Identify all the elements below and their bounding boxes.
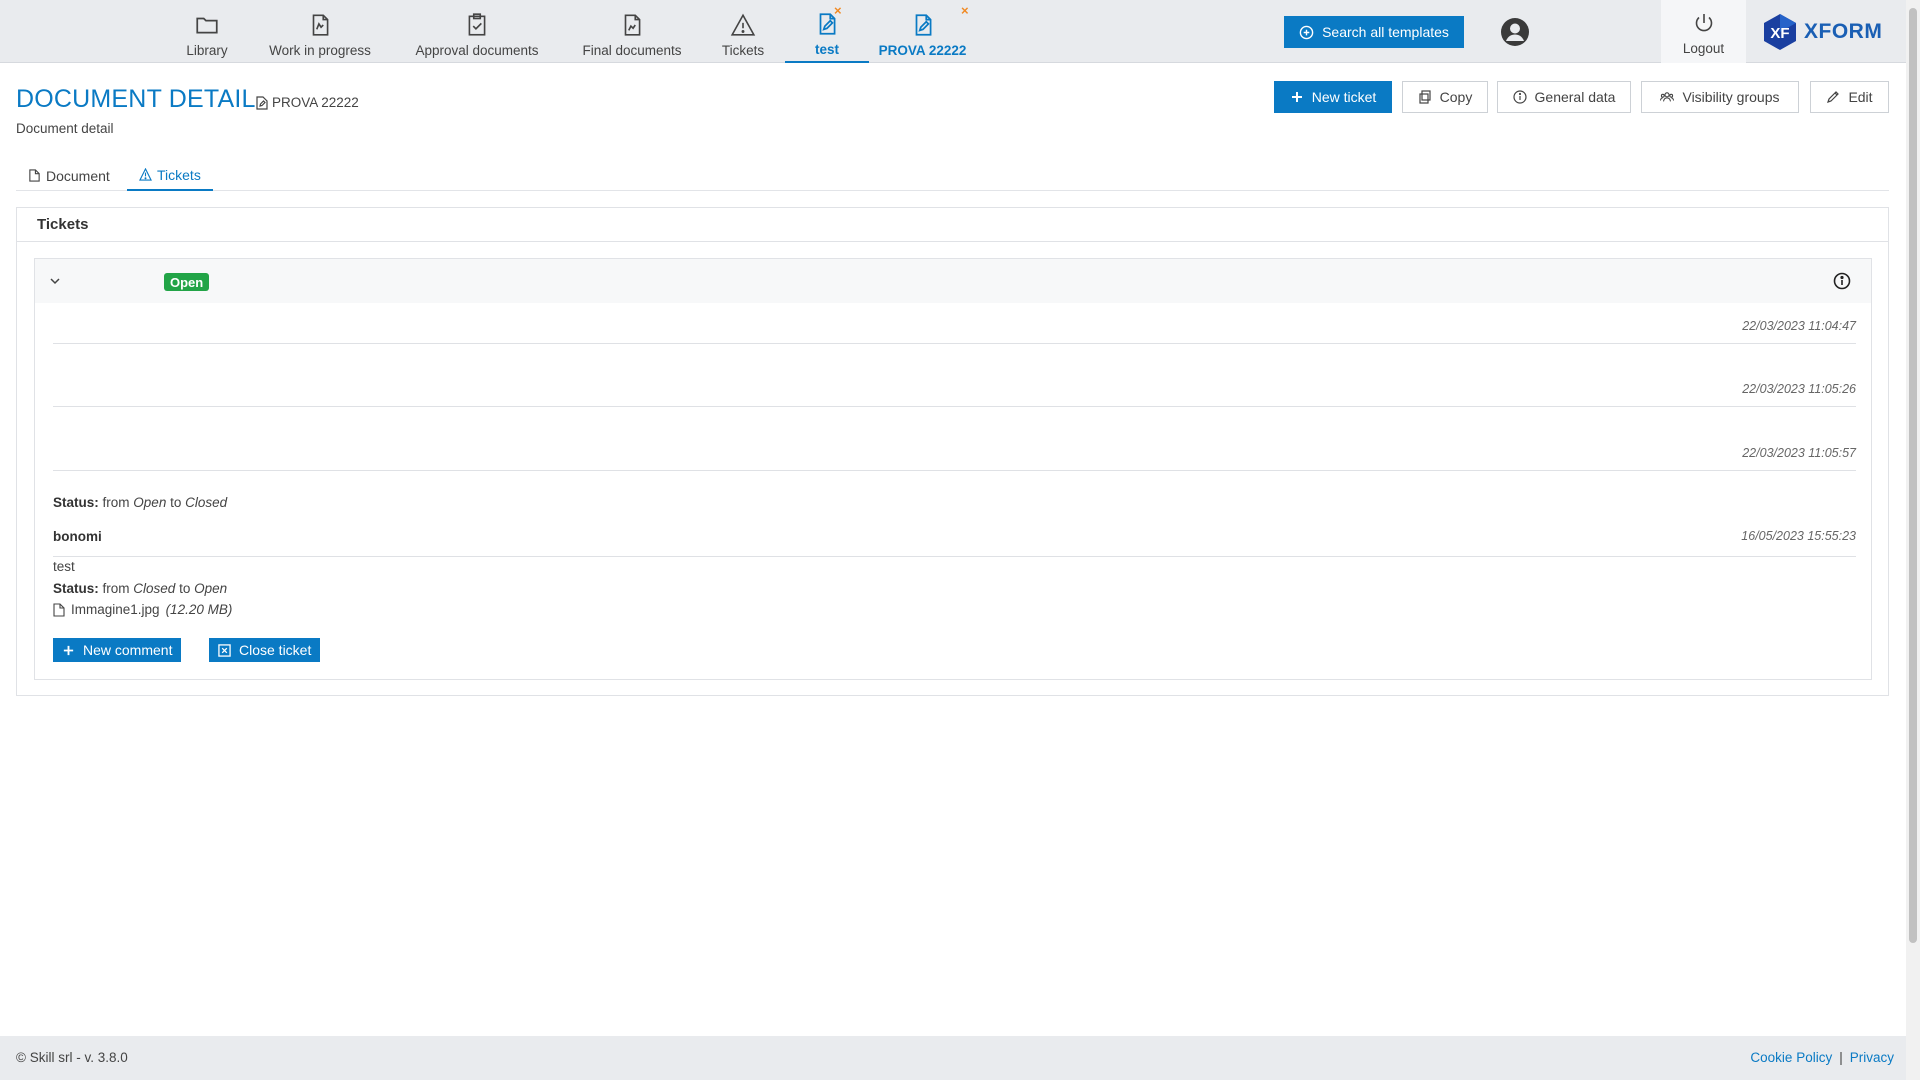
edit-button[interactable]: Edit bbox=[1810, 81, 1889, 113]
nav-work-in-progress-label: Work in progress bbox=[269, 42, 371, 58]
new-ticket-label: New ticket bbox=[1311, 89, 1377, 105]
logout-button[interactable]: Logout bbox=[1661, 0, 1746, 63]
comment-author: bonomi bbox=[53, 529, 102, 544]
nav-final-documents[interactable]: Final documents bbox=[577, 0, 687, 63]
nav-approval-documents-label: Approval documents bbox=[415, 42, 539, 58]
entry-timestamp: 22/03/2023 11:05:26 bbox=[1742, 382, 1856, 396]
xform-logo-mark-icon: XF bbox=[1764, 14, 1796, 50]
power-icon bbox=[1695, 14, 1712, 32]
comment-timestamp: 16/05/2023 15:55:23 bbox=[1741, 529, 1856, 543]
warning-icon bbox=[139, 168, 152, 181]
xform-logo: XF XFORM bbox=[1760, 12, 1882, 52]
visibility-groups-button[interactable]: Visibility groups bbox=[1641, 81, 1799, 113]
search-all-templates-label: Search all templates bbox=[1322, 24, 1449, 40]
nav-tickets[interactable]: Tickets bbox=[716, 0, 770, 63]
tab-tickets-label: Tickets bbox=[157, 166, 201, 183]
nav-tab-prova-label: PROVA 22222 bbox=[878, 42, 967, 58]
ticket-history-entry: 22/03/2023 11:05:26 bbox=[53, 344, 1856, 407]
close-square-icon bbox=[218, 643, 231, 657]
nav-work-in-progress[interactable]: Work in progress bbox=[262, 0, 378, 63]
clipboard-check-icon bbox=[468, 12, 486, 36]
user-avatar-icon[interactable] bbox=[1500, 17, 1530, 47]
plus-circle-icon bbox=[1299, 25, 1314, 39]
scrollbar-thumb[interactable] bbox=[1909, 8, 1917, 943]
footer-copyright: © Skill srl - v. 3.8.0 bbox=[16, 1050, 128, 1065]
plus-icon bbox=[1291, 92, 1302, 102]
ticket-history-entry: 22/03/2023 11:04:47 bbox=[53, 303, 1856, 344]
xform-logo-word: XFORM bbox=[1804, 20, 1883, 43]
visibility-groups-label: Visibility groups bbox=[1682, 89, 1780, 105]
close-tab-test-icon[interactable]: × bbox=[834, 3, 842, 18]
comment-text: test bbox=[53, 559, 75, 574]
edit-label: Edit bbox=[1848, 89, 1873, 105]
document-pen-icon bbox=[256, 95, 268, 110]
entry-timestamp: 22/03/2023 11:04:47 bbox=[1742, 319, 1856, 333]
nav-library-label: Library bbox=[186, 42, 228, 58]
detail-tabs: Document Tickets bbox=[16, 160, 1889, 191]
logout-label: Logout bbox=[1682, 41, 1725, 56]
nav-tickets-label: Tickets bbox=[721, 42, 765, 58]
warning-icon bbox=[730, 13, 756, 36]
attachment-size: (12.20 MB) bbox=[165, 602, 233, 617]
comment-status-change-line: Status: from Closed to Open bbox=[53, 581, 228, 596]
entry-timestamp: 22/03/2023 11:05:57 bbox=[1742, 446, 1856, 460]
footer-links: Cookie Policy | Privacy bbox=[1750, 1050, 1894, 1065]
close-tab-prova-icon[interactable]: × bbox=[961, 3, 969, 18]
copy-button[interactable]: Copy bbox=[1402, 81, 1488, 113]
chevron-down-icon[interactable] bbox=[49, 275, 61, 287]
search-all-templates-button[interactable]: Search all templates bbox=[1284, 16, 1464, 48]
top-navigation-bar: Library Work in progress Approval docume… bbox=[0, 0, 1906, 63]
tickets-panel-title: Tickets bbox=[17, 208, 1888, 242]
close-ticket-label: Close ticket bbox=[239, 642, 312, 658]
privacy-link[interactable]: Privacy bbox=[1850, 1050, 1894, 1065]
cookie-policy-link[interactable]: Cookie Policy bbox=[1750, 1050, 1832, 1065]
nav-tab-test-label: test bbox=[814, 41, 839, 57]
document-reference-label: PROVA 22222 bbox=[272, 95, 359, 110]
info-circle-icon[interactable] bbox=[1833, 272, 1851, 290]
file-icon bbox=[53, 602, 65, 617]
attachment-name: Immagine1.jpg bbox=[71, 602, 160, 617]
attachment-link[interactable]: Immagine1.jpg (12.20 MB) bbox=[53, 602, 232, 617]
nav-approval-documents[interactable]: Approval documents bbox=[408, 0, 546, 63]
page-title: DOCUMENT DETAIL bbox=[16, 85, 256, 113]
comment-header: bonomi 16/05/2023 15:55:23 bbox=[53, 517, 1856, 557]
nav-final-documents-label: Final documents bbox=[582, 42, 682, 58]
pencil-icon bbox=[1827, 91, 1840, 103]
document-edit-icon bbox=[312, 13, 329, 36]
new-comment-button[interactable]: New comment bbox=[53, 638, 182, 662]
ticket-card: Open 22/03/2023 11:04:47 22/03/2023 11:0… bbox=[34, 258, 1872, 680]
nav-library[interactable]: Library bbox=[176, 0, 238, 63]
document-chart-icon bbox=[624, 13, 641, 36]
document-pen-icon bbox=[915, 13, 931, 36]
plus-icon bbox=[63, 645, 74, 655]
tickets-panel: Tickets Open 22/03/2023 11:04:47 22/03/2… bbox=[16, 207, 1889, 696]
tab-document-label: Document bbox=[46, 167, 110, 184]
copy-icon bbox=[1419, 90, 1431, 104]
ticket-header[interactable]: Open bbox=[35, 259, 1871, 303]
info-circle-icon bbox=[1512, 90, 1527, 104]
new-ticket-button[interactable]: New ticket bbox=[1274, 81, 1392, 113]
ticket-history-entry: 22/03/2023 11:05:57 bbox=[53, 407, 1856, 471]
footer: © Skill srl - v. 3.8.0 Cookie Policy | P… bbox=[0, 1036, 1906, 1080]
nav-tab-test[interactable]: test bbox=[785, 0, 869, 63]
general-data-label: General data bbox=[1534, 89, 1616, 105]
tab-tickets[interactable]: Tickets bbox=[127, 160, 213, 191]
close-ticket-button[interactable]: Close ticket bbox=[209, 638, 321, 662]
new-comment-label: New comment bbox=[83, 642, 173, 658]
folder-icon bbox=[196, 17, 218, 33]
status-change-line: Status: from Open to Closed bbox=[53, 495, 228, 510]
tab-document[interactable]: Document bbox=[16, 160, 122, 191]
document-icon bbox=[29, 169, 40, 182]
footer-separator: | bbox=[1839, 1050, 1843, 1065]
general-data-button[interactable]: General data bbox=[1497, 81, 1631, 113]
copy-label: Copy bbox=[1439, 89, 1473, 105]
nav-tab-prova[interactable]: PROVA 22222 bbox=[869, 0, 976, 63]
page-subtitle: Document detail bbox=[16, 121, 114, 136]
svg-text:XF: XF bbox=[1770, 25, 1789, 42]
document-reference: PROVA 22222 bbox=[256, 95, 359, 110]
users-icon bbox=[1660, 92, 1675, 102]
status-badge: Open bbox=[164, 273, 210, 291]
